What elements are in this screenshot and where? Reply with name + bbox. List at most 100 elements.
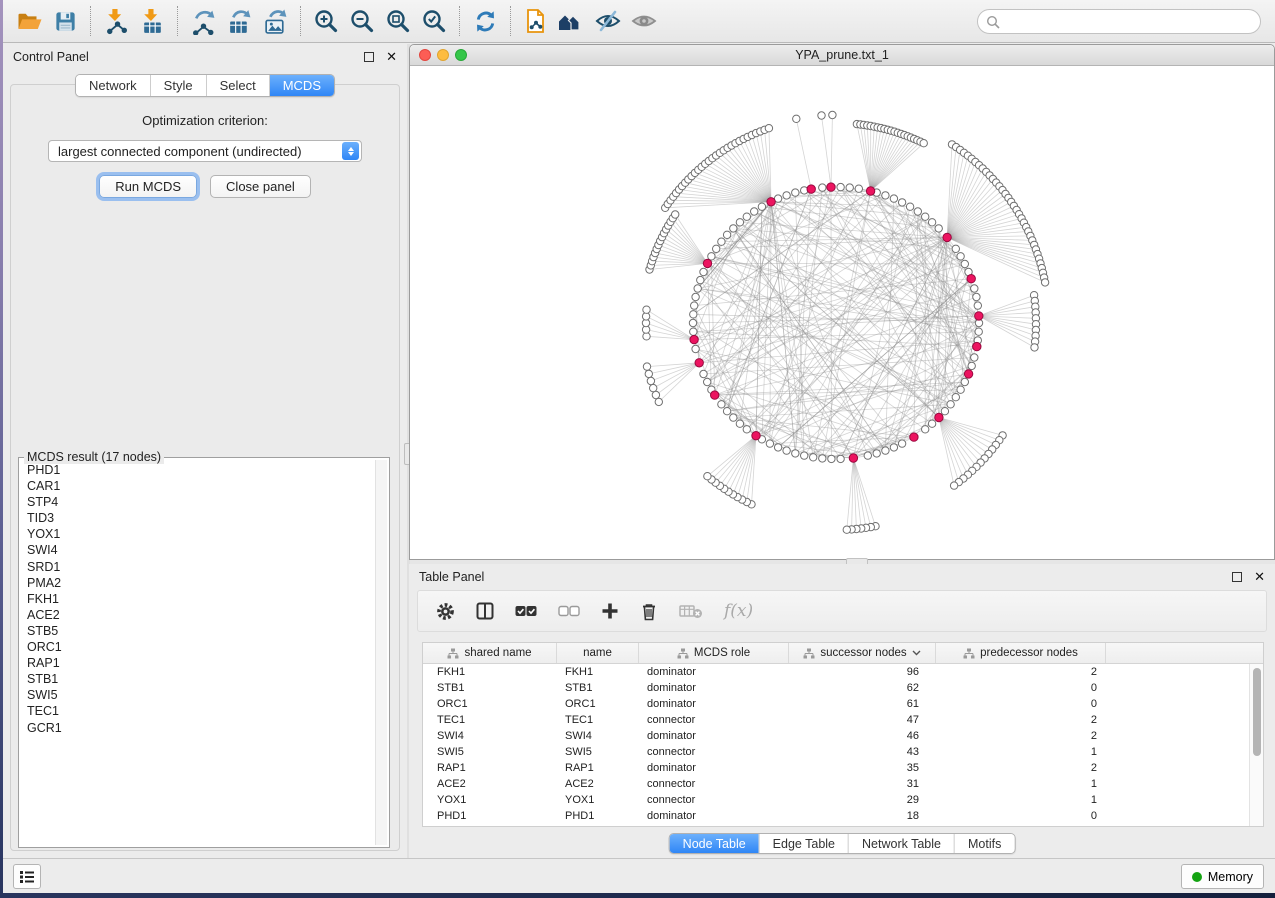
network-node[interactable] [650,384,657,391]
table-cell[interactable]: 62 [789,680,936,696]
mcds-hub-node[interactable] [752,432,760,440]
mcds-result-item[interactable]: YOX1 [27,526,373,542]
table-cell[interactable]: 46 [789,728,936,744]
network-node[interactable] [819,184,826,191]
network-overview-button[interactable] [554,5,590,37]
table-cell[interactable]: 0 [936,680,1106,696]
network-node[interactable] [941,408,948,415]
network-node[interactable] [692,293,699,300]
table-cell[interactable]: 35 [789,760,936,776]
network-node[interactable] [793,115,800,122]
table-cell[interactable]: STB1 [557,680,639,696]
table-cell[interactable]: 0 [936,808,1106,824]
network-node[interactable] [700,370,707,377]
table-cell[interactable]: dominator [639,664,789,680]
network-node[interactable] [736,219,743,226]
mcds-result-item[interactable]: SWI4 [27,542,373,558]
network-node[interactable] [643,363,650,370]
minimize-window-icon[interactable] [437,49,449,61]
network-node[interactable] [730,225,737,232]
table-cell[interactable]: connector [639,712,789,728]
mcds-result-item[interactable]: SWI5 [27,687,373,703]
network-node[interactable] [691,302,698,309]
network-node[interactable] [957,253,964,260]
mcds-result-item[interactable]: TEC1 [27,703,373,719]
table-cell[interactable]: RAP1 [423,760,557,776]
column-header-name[interactable]: name [557,643,639,663]
network-node[interactable] [928,219,935,226]
mcds-hub-node[interactable] [827,183,835,191]
mcds-hub-node[interactable] [866,187,874,195]
network-node[interactable] [818,112,825,119]
mcds-hub-node[interactable] [967,275,975,283]
mcds-hub-node[interactable] [935,413,943,421]
table-row[interactable]: FKH1FKH1dominator962 [423,664,1249,680]
mcds-hub-node[interactable] [711,391,719,399]
network-node[interactable] [973,293,980,300]
table-cell[interactable]: 1 [936,776,1106,792]
network-node[interactable] [855,185,862,192]
mcds-hub-node[interactable] [690,335,698,343]
mcds-hub-node[interactable] [849,454,857,462]
table-cell[interactable]: YOX1 [423,792,557,808]
table-cell[interactable]: 47 [789,712,936,728]
network-node[interactable] [846,184,853,191]
zoom-selected-button[interactable] [416,5,452,37]
table-cell[interactable]: TEC1 [557,712,639,728]
export-network-button[interactable] [185,5,221,37]
table-cell[interactable]: 96 [789,664,936,680]
table-cell[interactable]: 1 [936,792,1106,808]
table-row[interactable]: YOX1YOX1connector291 [423,792,1249,808]
table-row[interactable]: TEC1TEC1connector472 [423,712,1249,728]
import-table-button[interactable] [134,5,170,37]
mcds-hub-node[interactable] [964,370,972,378]
table-options-button[interactable] [436,598,455,624]
network-node[interactable] [837,183,844,190]
column-header-successor-nodes[interactable]: successor nodes [789,643,936,663]
table-cell[interactable]: TEC1 [423,712,557,728]
table-cell[interactable]: STB1 [423,680,557,696]
table-cell[interactable]: connector [639,744,789,760]
zoom-fit-button[interactable] [380,5,416,37]
table-cell[interactable]: SWI4 [423,728,557,744]
table-row[interactable]: SWI5SWI5connector431 [423,744,1249,760]
table-cell[interactable]: ORC1 [557,696,639,712]
table-cell[interactable]: 61 [789,696,936,712]
tab-network-table[interactable]: Network Table [848,834,954,853]
network-node[interactable] [647,377,654,384]
table-row[interactable]: STB1STB1dominator620 [423,680,1249,696]
network-node[interactable] [950,482,957,489]
network-node[interactable] [837,455,844,462]
network-node[interactable] [920,140,927,147]
network-node[interactable] [961,260,968,267]
table-row[interactable]: ACE2ACE2connector311 [423,776,1249,792]
table-cell[interactable]: SWI4 [557,728,639,744]
maximize-window-icon[interactable] [455,49,467,61]
network-node[interactable] [783,192,790,199]
table-cell[interactable]: dominator [639,760,789,776]
table-cell[interactable]: 2 [936,728,1106,744]
mcds-result-item[interactable]: TID3 [27,510,373,526]
tab-network[interactable]: Network [76,75,150,96]
table-cell[interactable]: ORC1 [423,696,557,712]
float-control-panel-button[interactable] [364,52,374,62]
network-node[interactable] [689,319,696,326]
mcds-result-item[interactable]: ORC1 [27,639,373,655]
mcds-result-scrollbar[interactable] [375,460,387,845]
network-node[interactable] [882,447,889,454]
network-node[interactable] [723,408,730,415]
network-node[interactable] [898,199,905,206]
network-node[interactable] [713,245,720,252]
table-scrollbar[interactable] [1249,664,1263,826]
network-node[interactable] [828,455,835,462]
zoom-out-button[interactable] [344,5,380,37]
network-node[interactable] [700,268,707,275]
network-node[interactable] [718,401,725,408]
network-node[interactable] [690,311,697,318]
mcds-hub-node[interactable] [703,259,711,267]
tab-mcds[interactable]: MCDS [269,75,334,96]
export-image-button[interactable] [257,5,293,37]
network-node[interactable] [947,401,954,408]
network-node[interactable] [743,426,750,433]
mcds-hub-node[interactable] [807,185,815,193]
